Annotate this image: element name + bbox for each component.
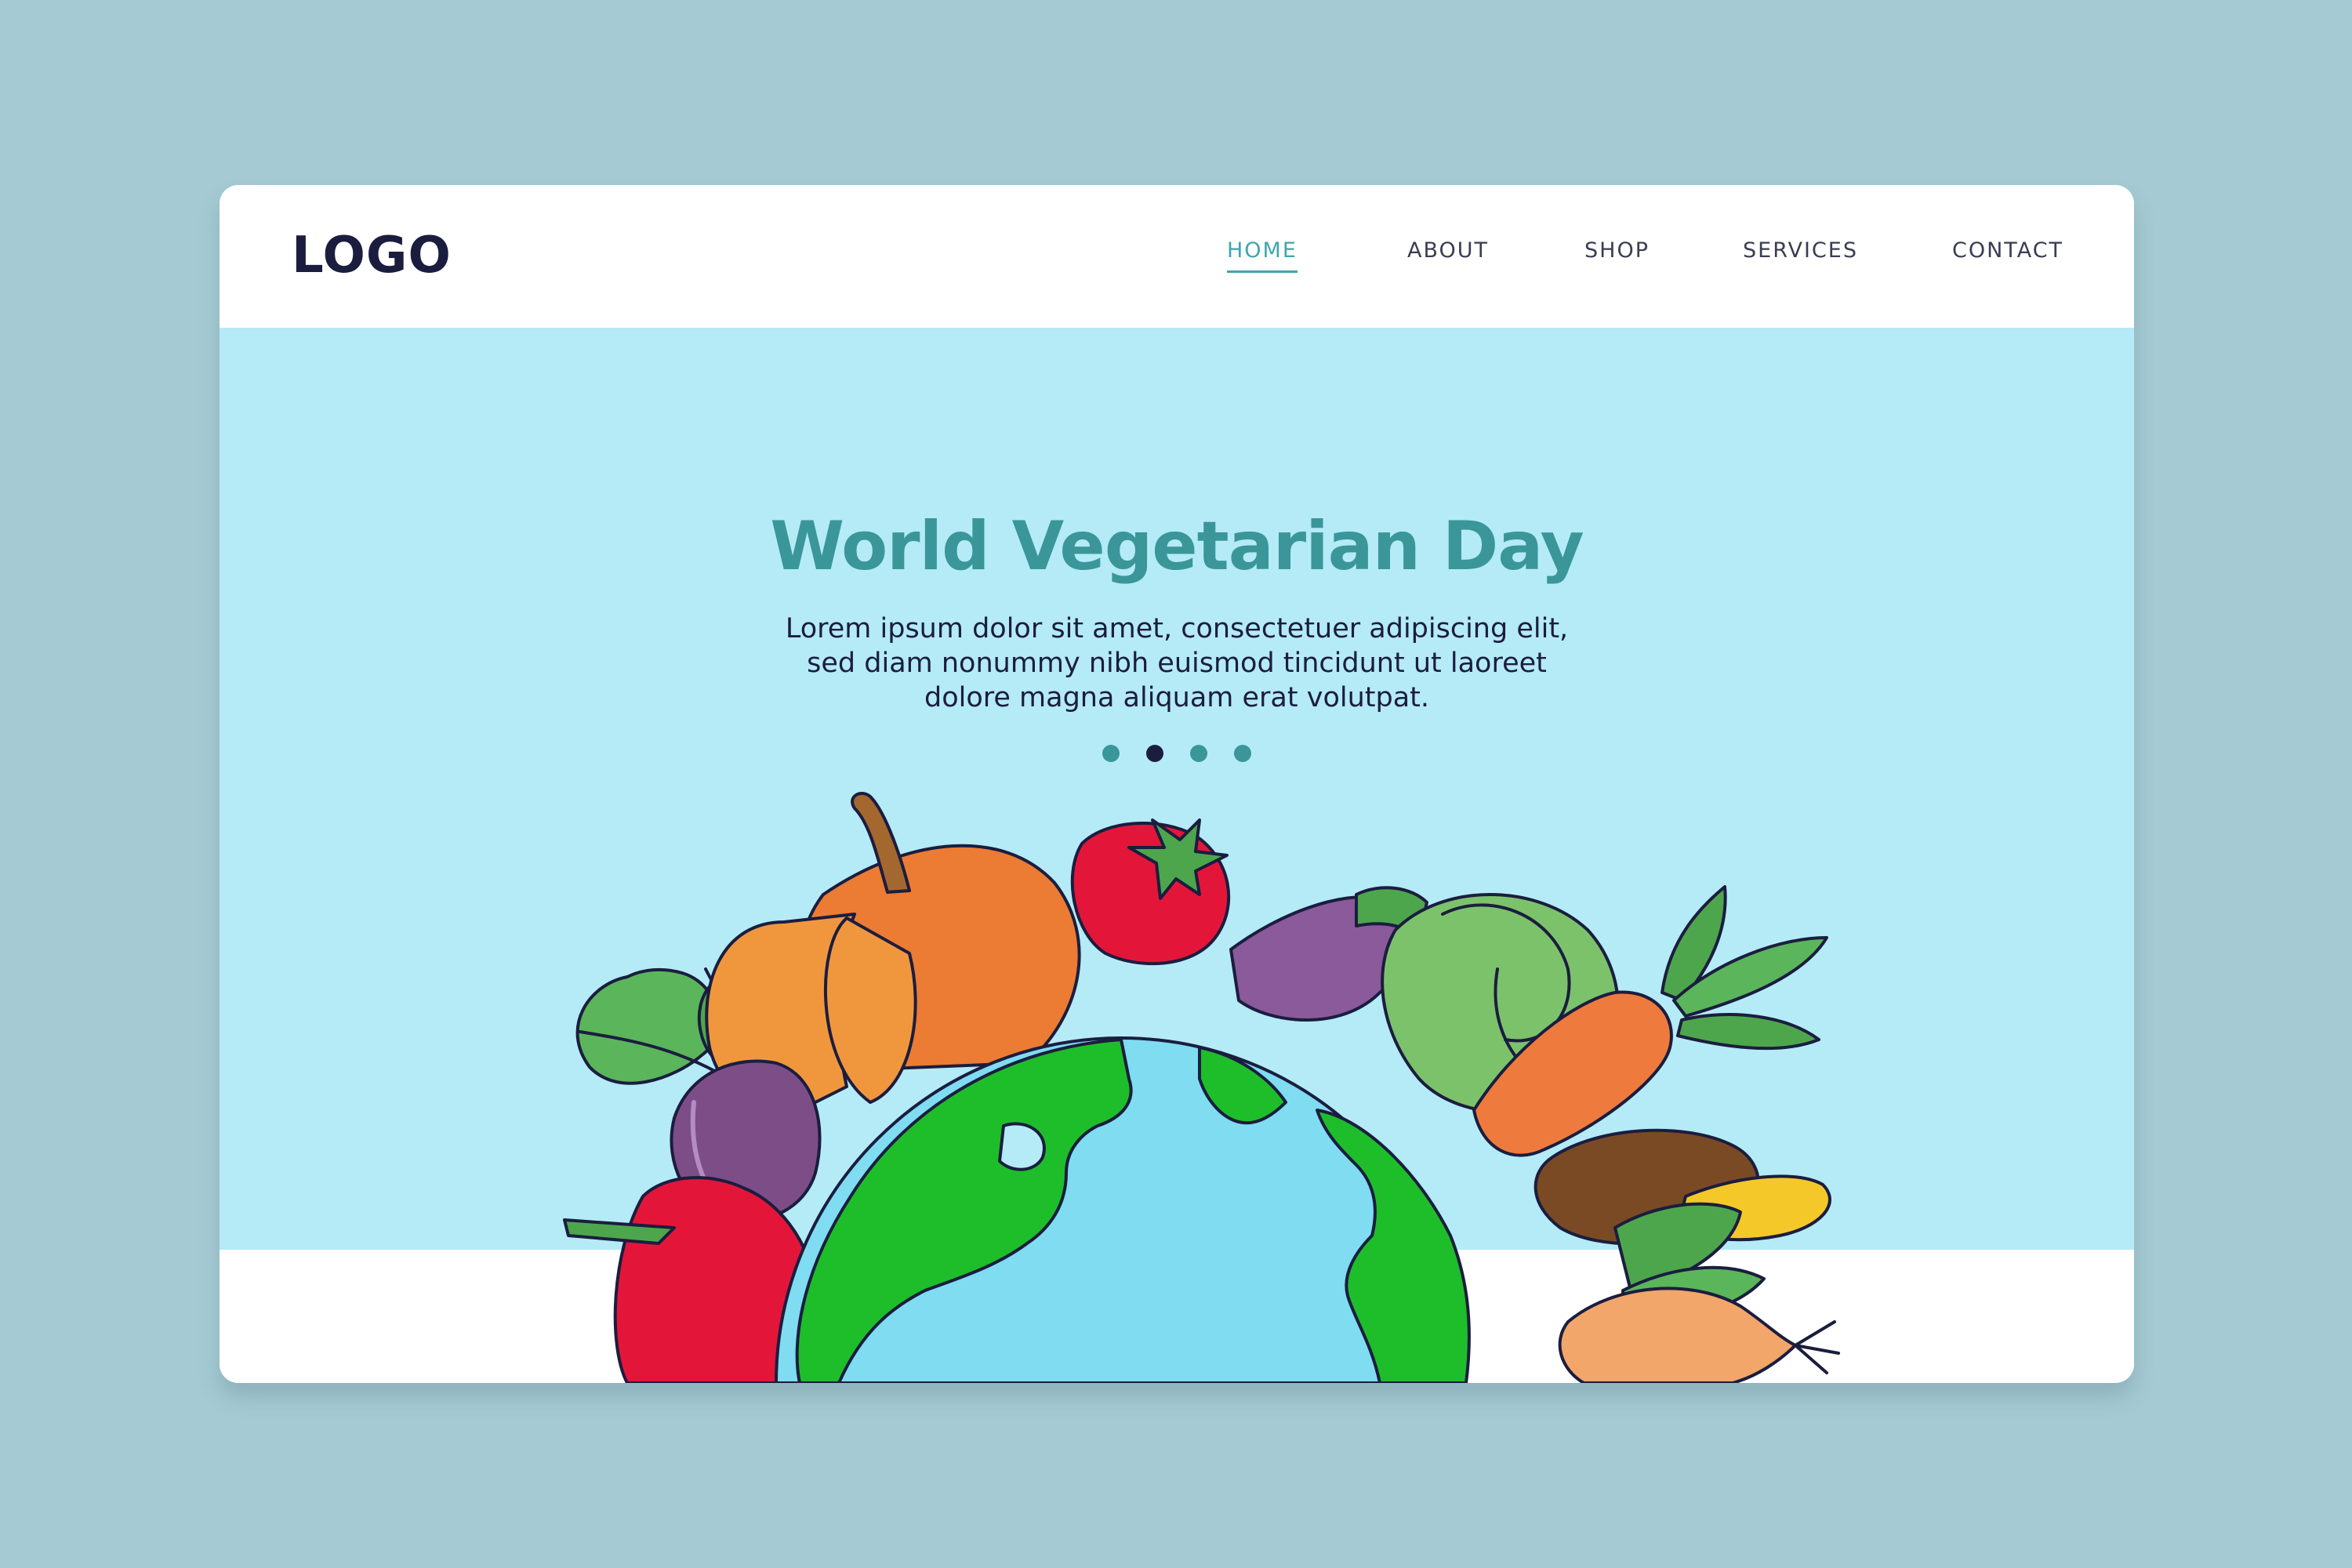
onion-icon: [1558, 1287, 1840, 1383]
landing-page-card: LOGO HOME ABOUT SHOP SERVICES CONTACT Wo…: [220, 185, 2134, 1383]
tomato-icon: [1070, 818, 1231, 966]
vegetables-globe-illustration: [563, 792, 1840, 1383]
